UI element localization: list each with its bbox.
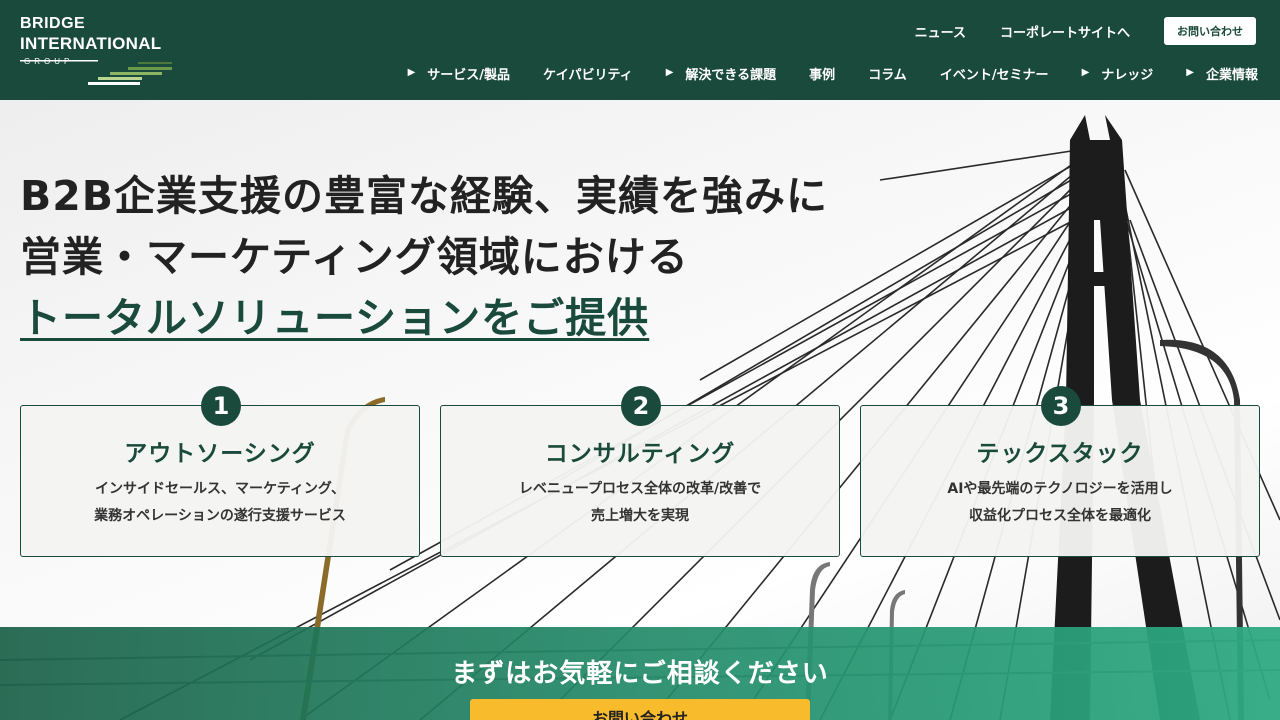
nav-item-cases[interactable]: 事例 bbox=[809, 64, 835, 83]
caret-right-icon: ▶ bbox=[407, 67, 416, 78]
site-header: BRIDGE INTERNATIONAL GROUP ニュース コーポレートサイ… bbox=[0, 0, 1280, 100]
card-description: レベニュープロセス全体の改革/改善で 売上増大を実現 bbox=[441, 476, 839, 530]
corporate-site-link[interactable]: コーポレートサイトへ bbox=[1000, 22, 1130, 41]
logo-bars-graphic bbox=[20, 60, 172, 85]
cta-title: まずはお気軽にご相談ください bbox=[451, 659, 829, 689]
nav-item-company[interactable]: ▶ 企業情報 bbox=[1186, 64, 1258, 83]
nav-item-label: ナレッジ bbox=[1101, 67, 1154, 83]
logo-text-bridge: BRIDGE bbox=[20, 15, 86, 32]
card-description-line2: 売上増大を実現 bbox=[591, 508, 689, 524]
nav-item-services[interactable]: ▶ サービス/製品 bbox=[408, 64, 510, 83]
card-description-line1: AIや最先端のテクノロジーを活用し bbox=[947, 481, 1173, 497]
cta-banner: まずはお気軽にご相談ください お問い合わせ bbox=[0, 627, 1280, 720]
hero-headline-line1: B2B企業支援の豊富な経験、実績を強みに bbox=[20, 172, 829, 220]
service-card-techstack[interactable]: 3 テックスタック AIや最先端のテクノロジーを活用し 収益化プロセス全体を最適… bbox=[860, 386, 1260, 557]
header-contact-button[interactable]: お問い合わせ bbox=[1164, 17, 1256, 45]
caret-right-icon: ▶ bbox=[665, 67, 674, 78]
card-title: コンサルティング bbox=[544, 441, 736, 467]
news-link[interactable]: ニュース bbox=[915, 22, 966, 41]
nav-item-label: サービス/製品 bbox=[427, 67, 511, 83]
nav-item-column[interactable]: コラム bbox=[868, 64, 907, 83]
nav-item-label: イベント/セミナー bbox=[939, 67, 1049, 83]
nav-item-label: 事例 bbox=[809, 67, 836, 83]
nav-item-capability[interactable]: ケイパビリティ bbox=[543, 64, 633, 83]
cta-contact-button[interactable]: お問い合わせ bbox=[470, 699, 810, 720]
utility-nav: ニュース コーポレートサイトへ お問い合わせ bbox=[915, 17, 1256, 45]
service-card-consulting[interactable]: 2 コンサルティング レベニュープロセス全体の改革/改善で 売上増大を実現 bbox=[440, 386, 840, 557]
card-title: テックスタック bbox=[976, 441, 1144, 467]
nav-item-label: 解決できる課題 bbox=[685, 67, 777, 83]
card-description: インサイドセールス、マーケティング、 業務オペレーションの遂行支援サービス bbox=[21, 476, 419, 530]
card-description-line1: インサイドセールス、マーケティング、 bbox=[95, 481, 345, 497]
nav-item-events[interactable]: イベント/セミナー bbox=[940, 64, 1049, 83]
caret-right-icon: ▶ bbox=[1081, 67, 1090, 78]
card-number-badge: 3 bbox=[1041, 386, 1081, 426]
logo-text-international: INTERNATIONAL bbox=[20, 34, 162, 53]
caret-right-icon: ▶ bbox=[1186, 67, 1194, 78]
card-title: アウトソーシング bbox=[124, 441, 316, 467]
nav-item-label: 企業情報 bbox=[1205, 67, 1258, 83]
card-description-line2: 収益化プロセス全体を最適化 bbox=[969, 508, 1151, 524]
card-number-badge: 1 bbox=[201, 386, 241, 426]
hero-headline-line2: 営業・マーケティング領域における bbox=[20, 233, 689, 281]
nav-item-label: ケイパビリティ bbox=[543, 67, 633, 83]
hero-headline-line3: トータルソリューションをご提供 bbox=[20, 294, 650, 342]
main-nav: ▶ サービス/製品 ケイパビリティ ▶ 解決できる課題 事例 コラム イベント/… bbox=[408, 62, 1258, 84]
nav-item-knowledge[interactable]: ▶ ナレッジ bbox=[1082, 64, 1154, 83]
nav-item-label: コラム bbox=[868, 67, 907, 83]
nav-item-solutions[interactable]: ▶ 解決できる課題 bbox=[666, 64, 776, 83]
service-card-outsourcing[interactable]: 1 アウトソーシング インサイドセールス、マーケティング、 業務オペレーションの… bbox=[20, 386, 420, 557]
hero-headline: B2B企業支援の豊富な経験、実績を強みに 営業・マーケティング領域における トー… bbox=[20, 166, 828, 349]
hero-section: B2B企業支援の豊富な経験、実績を強みに 営業・マーケティング領域における トー… bbox=[0, 100, 1280, 720]
card-description: AIや最先端のテクノロジーを活用し 収益化プロセス全体を最適化 bbox=[861, 476, 1259, 530]
card-description-line1: レベニュープロセス全体の改革/改善で bbox=[518, 481, 762, 497]
company-logo[interactable]: BRIDGE INTERNATIONAL GROUP bbox=[20, 16, 190, 86]
card-description-line2: 業務オペレーションの遂行支援サービス bbox=[94, 508, 346, 524]
card-number-badge: 2 bbox=[621, 386, 661, 426]
